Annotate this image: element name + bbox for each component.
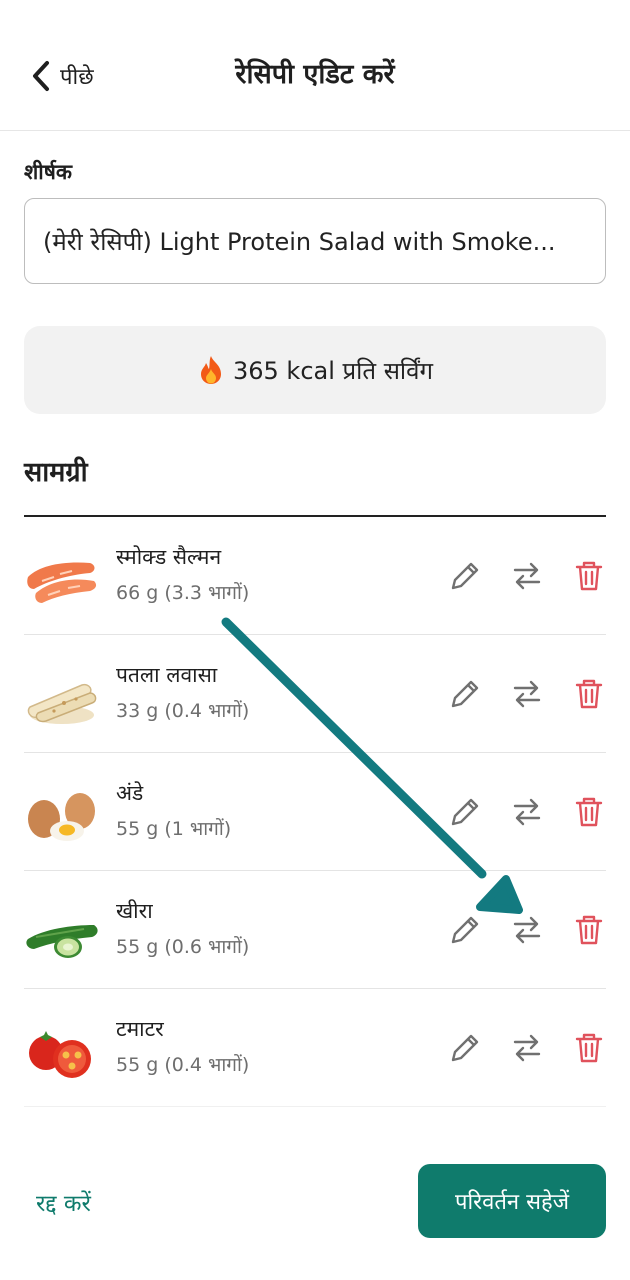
delete-trash-icon[interactable] xyxy=(572,559,606,593)
edit-pencil-icon[interactable] xyxy=(448,559,482,593)
ingredients-list: स्मोक्ड सैल्मन 66 g (3.3 भागों) पतला लवा… xyxy=(24,517,606,1140)
edit-pencil-icon[interactable] xyxy=(448,795,482,829)
cancel-button[interactable]: रद्द करें xyxy=(36,1186,91,1218)
ingredients-heading: सामग्री xyxy=(24,457,88,488)
ingredient-name: अंडे xyxy=(116,781,144,805)
page-title: रेसिपी एडिट करें xyxy=(235,59,395,90)
title-field-label: शीर्षक xyxy=(24,160,72,184)
swap-arrows-icon[interactable] xyxy=(510,1031,544,1065)
swap-arrows-icon[interactable] xyxy=(510,677,544,711)
bottom-action-bar: रद्द करें परिवर्तन सहेजें xyxy=(0,1140,630,1280)
ingredient-name: टमाटर xyxy=(116,1017,164,1041)
swap-arrows-icon[interactable] xyxy=(510,795,544,829)
edit-pencil-icon[interactable] xyxy=(448,677,482,711)
ingredient-quantity: 55 g (1 भागों) xyxy=(116,818,232,840)
ingredient-quantity: 55 g (0.4 भागों) xyxy=(116,1054,250,1076)
delete-trash-icon[interactable] xyxy=(572,677,606,711)
tomato-image xyxy=(29,1031,91,1078)
ingredient-row-lavash: पतला लवासा 33 g (0.4 भागों) xyxy=(24,635,606,753)
edit-pencil-icon[interactable] xyxy=(448,1031,482,1065)
delete-trash-icon[interactable] xyxy=(572,1031,606,1065)
salmon-image xyxy=(27,562,97,603)
delete-trash-icon[interactable] xyxy=(572,795,606,829)
ingredient-row-cucumber: खीरा 55 g (0.6 भागों) xyxy=(24,871,606,989)
edit-pencil-icon[interactable] xyxy=(448,913,482,947)
cucumber-image xyxy=(26,925,98,958)
save-changes-button[interactable]: परिवर्तन सहेजें xyxy=(418,1164,606,1238)
ingredient-quantity: 33 g (0.4 भागों) xyxy=(116,700,250,722)
lavash-image xyxy=(27,683,97,724)
ingredient-row-tomato: टमाटर 55 g (0.4 भागों) xyxy=(24,989,606,1107)
swap-arrows-icon[interactable] xyxy=(510,913,544,947)
fire-icon xyxy=(200,356,221,384)
ingredient-name: पतला लवासा xyxy=(116,663,218,687)
ingredient-name: स्मोक्ड सैल्मन xyxy=(116,545,222,569)
swap-arrows-icon[interactable] xyxy=(510,559,544,593)
calories-banner: 365 kcal प्रति सर्विंग xyxy=(24,326,606,414)
recipe-title-input[interactable] xyxy=(24,198,606,284)
ingredient-quantity: 55 g (0.6 भागों) xyxy=(116,936,250,958)
ingredient-row-salmon: स्मोक्ड सैल्मन 66 g (3.3 भागों) xyxy=(24,517,606,635)
ingredient-name: खीरा xyxy=(116,899,153,923)
ingredient-row-partial xyxy=(24,1107,606,1140)
ingredient-row-eggs: अंडे 55 g (1 भागों) xyxy=(24,753,606,871)
calories-per-serving: 365 kcal प्रति सर्विंग xyxy=(232,356,433,385)
ingredient-quantity: 66 g (3.3 भागों) xyxy=(116,582,250,604)
delete-trash-icon[interactable] xyxy=(572,913,606,947)
eggs-image xyxy=(28,793,95,841)
top-bar: पीछे रेसिपी एडिट करें xyxy=(0,0,630,131)
